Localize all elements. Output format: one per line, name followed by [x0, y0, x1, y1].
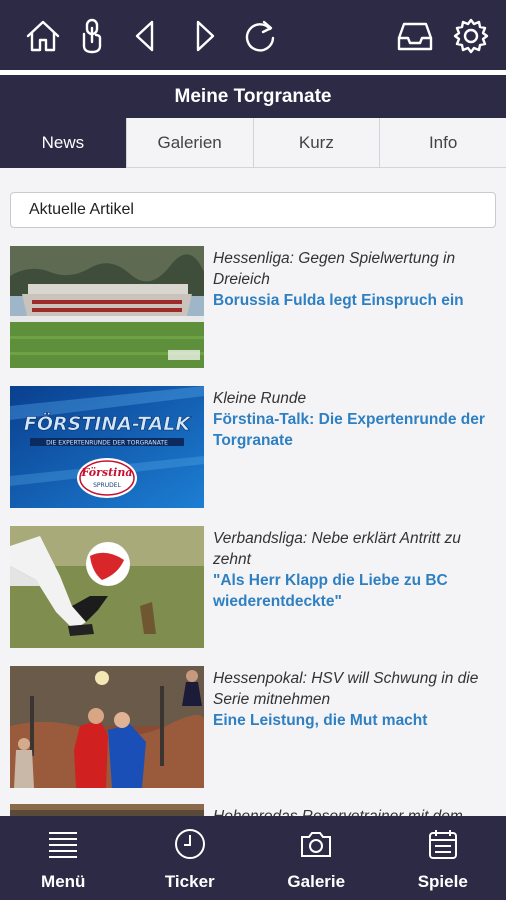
article-kicker-text: Hohenrodas Reservetrainer mit dem: [213, 808, 463, 816]
article-kicker: Hohenrodas Reservetrainer mit dem: [213, 806, 501, 816]
nav-ticker-button[interactable]: Ticker: [127, 816, 254, 900]
bottom-navigation: Menü Ticker Galerie Spiele: [0, 816, 506, 900]
article-kicker-text: Hessenliga: Gegen Spielwertung in Dreiei…: [213, 250, 456, 288]
article-thumbnail-partial: [10, 804, 204, 816]
article-kicker: Hessenliga: Gegen Spielwertung in Dreiei…: [213, 248, 501, 311]
article-kicker-text: Hessenpokal: HSV will Schwung in die Ser…: [213, 670, 479, 708]
tab-galerien[interactable]: Galerien: [125, 118, 253, 168]
article-kicker-text: Kleine Runde: [213, 390, 307, 407]
article-thumbnail-kick: [10, 526, 204, 648]
article-kicker: Hessenpokal: HSV will Schwung in die Ser…: [213, 668, 501, 731]
nav-menu-button[interactable]: Menü: [0, 816, 127, 900]
article-kicker: Verbandsliga: Nebe erklärt Antritt zu ze…: [213, 528, 501, 612]
reload-icon[interactable]: [238, 14, 282, 58]
article-kicker: Kleine Runde Förstina-Talk: Die Expertenr…: [213, 388, 501, 451]
talk-title-text: FÖRSTINA-TALK: [24, 411, 191, 435]
back-icon[interactable]: [123, 14, 167, 58]
article-kicker-text: Verbandsliga: Nebe erklärt Antritt zu ze…: [213, 530, 461, 568]
nav-ticker-label: Ticker: [164, 872, 215, 891]
article-headline[interactable]: Förstina-Talk: Die Expertenrunde der Tor…: [213, 409, 501, 451]
article-headline[interactable]: "Als Herr Klapp die Liebe zu BC wiederen…: [213, 570, 501, 612]
article-item[interactable]: Hessenliga: Gegen Spielwertung in Dreiei…: [0, 246, 506, 386]
tab-kurz[interactable]: Kurz: [252, 118, 380, 168]
article-thumbnail-talk: FÖRSTINA-TALK DIE EXPERTENRUNDE DER TORG…: [10, 386, 204, 508]
calendar-icon: [428, 830, 457, 859]
nav-galerie-button[interactable]: Galerie: [253, 816, 380, 900]
forward-icon[interactable]: [183, 14, 227, 58]
brand-logo-subtext: SPRUDEL: [93, 482, 121, 489]
brand-logo-text: Förstina: [81, 466, 133, 479]
menu-icon: [49, 832, 78, 858]
touch-icon[interactable]: [70, 14, 114, 58]
nav-spiele-label: Spiele: [417, 872, 468, 891]
article-headline[interactable]: Borussia Fulda legt Einspruch ein: [213, 290, 501, 311]
article-thumbnail-header-duel: [10, 666, 204, 788]
nav-menu-label: Menü: [41, 872, 86, 891]
nav-spiele-button[interactable]: Spiele: [380, 816, 506, 900]
nav-galerie-label: Galerie: [287, 872, 346, 891]
top-toolbar: [0, 0, 506, 70]
talk-subtitle-text: DIE EXPERTENRUNDE DER TORGRANATE: [46, 440, 168, 447]
inbox-icon[interactable]: [393, 14, 437, 58]
tab-bar: News Galerien Kurz Info: [0, 118, 506, 168]
tab-news[interactable]: News: [0, 118, 126, 168]
article-item[interactable]: FÖRSTINA-TALK DIE EXPERTENRUNDE DER TORG…: [0, 386, 506, 526]
page-title: Meine Torgranate: [0, 75, 506, 118]
clock-icon: [174, 829, 205, 859]
article-item[interactable]: Hohenrodas Reservetrainer mit dem: [0, 804, 506, 816]
article-filter-select[interactable]: Aktuelle Artikel: [10, 192, 496, 228]
article-item[interactable]: Hessenpokal: HSV will Schwung in die Ser…: [0, 666, 506, 806]
tab-info[interactable]: Info: [379, 118, 506, 168]
camera-icon: [301, 832, 332, 857]
article-thumbnail-stadium: [10, 246, 204, 368]
article-item[interactable]: Verbandsliga: Nebe erklärt Antritt zu ze…: [0, 526, 506, 666]
settings-icon[interactable]: [449, 14, 493, 58]
article-headline[interactable]: Eine Leistung, die Mut macht: [213, 710, 501, 731]
home-icon[interactable]: [21, 14, 65, 58]
article-list-view: Aktuelle Artikel Hessenliga: Gegen Spiel…: [0, 168, 506, 816]
